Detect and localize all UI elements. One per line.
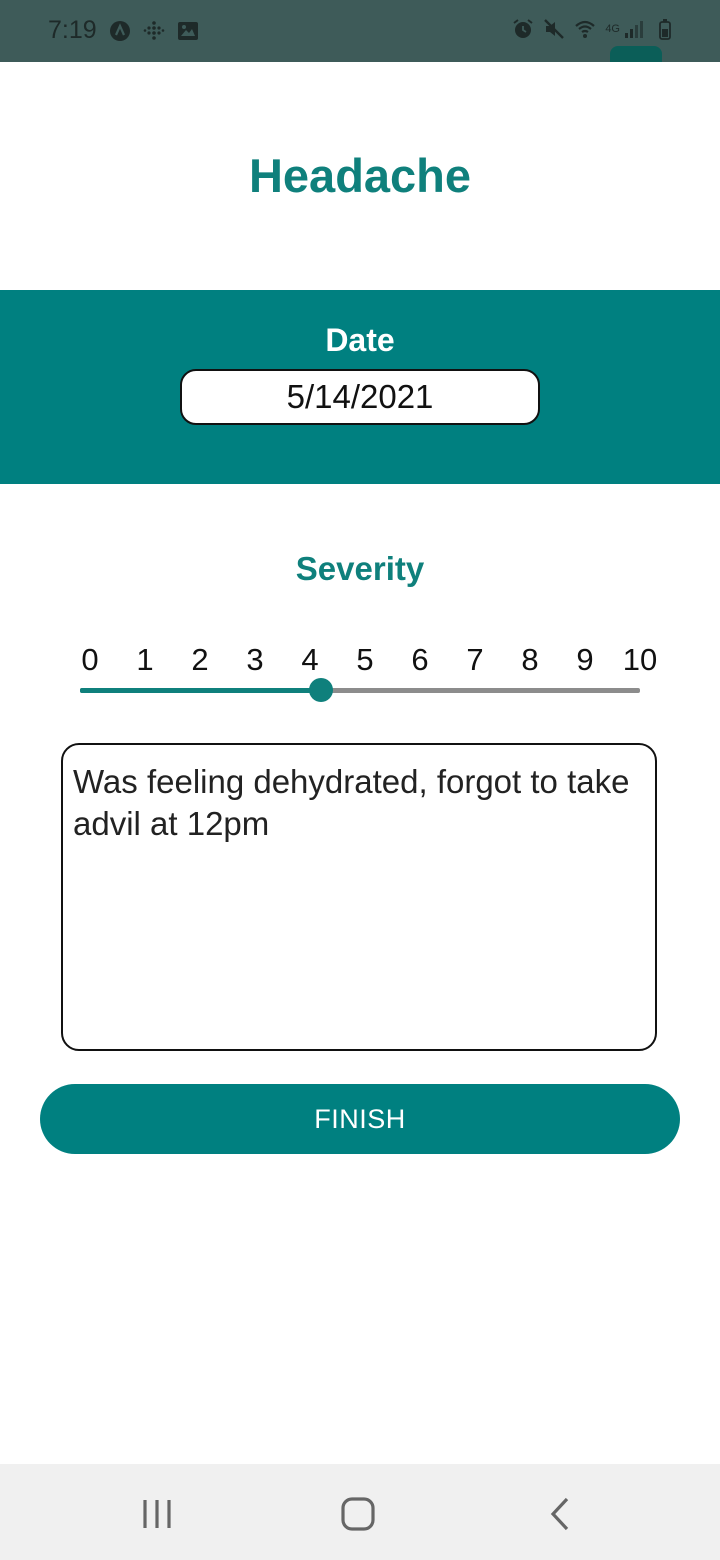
app-a-icon xyxy=(109,20,130,41)
status-indicator-pill xyxy=(610,46,662,62)
status-bar: 7:19 4G xyxy=(0,0,720,62)
severity-tick-10: 10 xyxy=(622,642,658,677)
slider-track-fill xyxy=(80,688,321,693)
status-time: 7:19 xyxy=(48,16,97,44)
severity-label: Severity xyxy=(295,550,425,587)
grid-dots-icon xyxy=(143,20,164,40)
navigation-bar xyxy=(0,1464,720,1560)
severity-tick-9: 9 xyxy=(576,642,594,677)
status-right: 4G xyxy=(512,18,676,40)
back-icon[interactable] xyxy=(540,1494,580,1534)
date-section: Date 5/14/2021 xyxy=(0,290,720,484)
recent-apps-icon[interactable] xyxy=(137,1494,177,1534)
severity-tick-8: 8 xyxy=(521,642,539,677)
severity-tick-7: 7 xyxy=(466,642,484,677)
status-left: 7:19 xyxy=(48,16,199,45)
signal-icon xyxy=(625,21,643,38)
image-icon xyxy=(177,21,198,40)
severity-tick-3: 3 xyxy=(246,642,264,677)
network-label: 4G xyxy=(605,23,620,35)
severity-tick-1: 1 xyxy=(136,642,154,677)
battery-icon xyxy=(659,19,671,40)
notes-input[interactable]: Was feeling dehydrated, forgot to take a… xyxy=(61,743,657,1051)
severity-tick-0: 0 xyxy=(81,642,99,677)
slider-thumb[interactable] xyxy=(308,678,333,702)
page-title: Headache xyxy=(248,149,472,202)
severity-tick-4: 4 xyxy=(301,642,319,677)
severity-tick-5: 5 xyxy=(356,642,374,677)
home-icon[interactable] xyxy=(338,1494,378,1534)
mute-icon xyxy=(544,19,565,39)
wifi-icon xyxy=(575,20,596,38)
date-label: Date xyxy=(325,322,395,358)
alarm-icon xyxy=(513,19,533,38)
date-field[interactable]: 5/14/2021 xyxy=(180,369,540,425)
severity-tick-2: 2 xyxy=(191,642,209,677)
severity-tick-6: 6 xyxy=(411,642,429,677)
severity-slider[interactable] xyxy=(80,674,640,706)
finish-button[interactable]: FINISH xyxy=(40,1084,680,1154)
